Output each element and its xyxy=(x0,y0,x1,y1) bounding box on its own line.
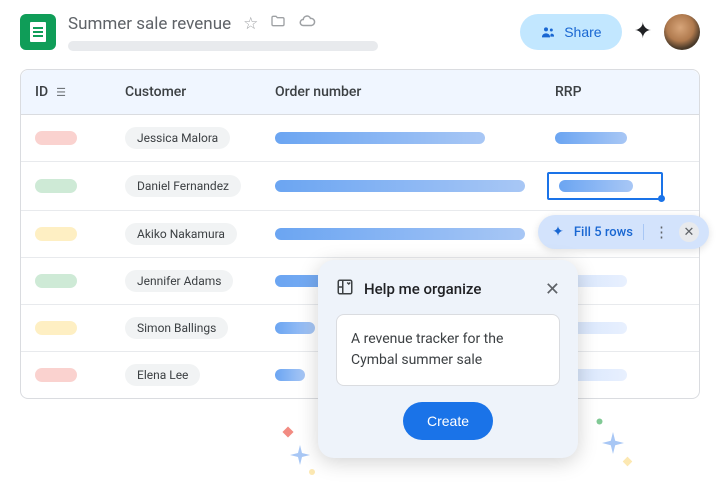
share-button[interactable]: Share xyxy=(520,14,621,50)
id-cell[interactable] xyxy=(21,272,111,290)
filter-icon[interactable]: ☰ xyxy=(56,86,66,99)
customer-chip[interactable]: Jennifer Adams xyxy=(125,270,233,292)
star-icon[interactable]: ☆ xyxy=(243,14,258,34)
organize-icon xyxy=(336,278,354,300)
chip-divider xyxy=(643,224,644,240)
sparkle-decoration xyxy=(290,445,310,465)
id-pill xyxy=(35,321,77,335)
document-title[interactable]: Summer sale revenue xyxy=(68,14,231,34)
rrp-bar xyxy=(555,132,627,144)
column-header-rrp[interactable]: RRP xyxy=(541,80,671,104)
id-pill xyxy=(35,274,77,288)
avatar[interactable] xyxy=(664,14,700,50)
id-cell[interactable] xyxy=(21,225,111,243)
more-icon[interactable]: ⋮ xyxy=(654,223,669,241)
rrp-cell[interactable] xyxy=(541,172,671,200)
order-bar xyxy=(275,180,525,192)
id-cell[interactable] xyxy=(21,319,111,337)
header: Summer sale revenue ☆ Share ✦ xyxy=(0,0,720,59)
order-cell[interactable] xyxy=(261,130,541,146)
customer-cell[interactable]: Elena Lee xyxy=(111,362,261,388)
sparkle-decoration xyxy=(623,457,633,467)
customer-chip[interactable]: Daniel Fernandez xyxy=(125,175,241,197)
table-row[interactable]: Jessica Malora xyxy=(21,115,699,162)
customer-chip[interactable]: Simon Ballings xyxy=(125,317,228,339)
id-cell[interactable] xyxy=(21,129,111,147)
order-bar xyxy=(275,322,315,334)
folder-icon[interactable] xyxy=(270,13,286,34)
people-icon xyxy=(540,24,556,40)
close-icon[interactable]: ✕ xyxy=(679,222,699,242)
order-cell[interactable] xyxy=(261,178,541,194)
customer-cell[interactable]: Simon Ballings xyxy=(111,315,261,341)
customer-chip[interactable]: Jessica Malora xyxy=(125,127,230,149)
dialog-title: Help me organize xyxy=(364,280,535,298)
id-pill xyxy=(35,227,77,241)
order-bar xyxy=(275,228,525,240)
sparkle-decoration xyxy=(282,426,293,437)
dialog-input[interactable]: A revenue tracker for the Cymbal summer … xyxy=(336,314,560,386)
menu-bar-placeholder xyxy=(68,41,378,51)
id-pill xyxy=(35,179,77,193)
customer-chip[interactable]: Akiko Nakamura xyxy=(125,223,237,245)
create-button[interactable]: Create xyxy=(403,402,493,440)
dialog-close-icon[interactable]: ✕ xyxy=(545,279,560,300)
order-cell[interactable] xyxy=(261,226,541,242)
title-area: Summer sale revenue ☆ xyxy=(68,12,508,51)
share-label: Share xyxy=(564,24,601,40)
sparkle-icon[interactable]: ✦ xyxy=(634,19,652,44)
order-bar xyxy=(275,132,485,144)
customer-cell[interactable]: Daniel Fernandez xyxy=(111,173,261,199)
table-row[interactable]: Daniel Fernandez xyxy=(21,162,699,211)
col-order-label: Order number xyxy=(275,84,361,100)
rrp-bar xyxy=(559,180,633,192)
col-id-label: ID xyxy=(35,84,48,100)
id-pill xyxy=(35,368,77,382)
doc-title-row: Summer sale revenue ☆ xyxy=(68,12,508,35)
order-bar xyxy=(275,369,305,381)
rrp-cell[interactable] xyxy=(541,130,671,146)
column-header-customer[interactable]: Customer xyxy=(111,80,261,104)
selected-cell[interactable] xyxy=(547,172,663,200)
col-customer-label: Customer xyxy=(125,84,186,100)
customer-cell[interactable]: Jessica Malora xyxy=(111,125,261,151)
customer-cell[interactable]: Jennifer Adams xyxy=(111,268,261,294)
customer-chip[interactable]: Elena Lee xyxy=(125,364,200,386)
sheets-app-icon xyxy=(20,14,56,50)
column-header-order[interactable]: Order number xyxy=(261,80,541,104)
customer-cell[interactable]: Akiko Nakamura xyxy=(111,221,261,247)
id-pill xyxy=(35,131,77,145)
table-header: ID ☰ Customer Order number RRP xyxy=(21,70,699,115)
sparkle-decoration xyxy=(308,468,316,476)
help-organize-dialog: Help me organize ✕ A revenue tracker for… xyxy=(318,260,578,458)
smart-chip-label[interactable]: Fill 5 rows xyxy=(574,225,633,240)
dialog-header: Help me organize ✕ xyxy=(336,278,560,300)
smart-fill-chip: ✦ Fill 5 rows ⋮ ✕ xyxy=(538,215,709,249)
sparkle-decoration xyxy=(596,418,603,425)
id-cell[interactable] xyxy=(21,177,111,195)
col-rrp-label: RRP xyxy=(555,84,582,100)
id-cell[interactable] xyxy=(21,366,111,384)
sparkle-decoration xyxy=(602,432,624,454)
column-header-id[interactable]: ID ☰ xyxy=(21,80,111,104)
magic-wand-icon: ✦ xyxy=(552,224,564,240)
cloud-icon[interactable] xyxy=(298,12,316,35)
